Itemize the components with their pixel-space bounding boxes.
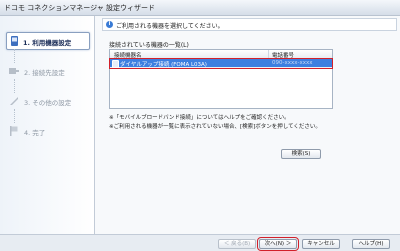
device-phone: 090-xxxx-xxxx [272, 60, 313, 66]
title-bar: ドコモ コネクションマネージャ 設定ウィザード [0, 0, 400, 16]
step-other-settings: 3. その他の設定 [8, 94, 92, 108]
settings-icon [10, 97, 18, 105]
step-connector [14, 109, 17, 123]
device-row[interactable]: ダイヤルアップ接続 (FOMA L03A) 090-xxxx-xxxx [109, 58, 333, 69]
step-complete: 4. 完了 [8, 124, 92, 138]
wizard-step-sidebar: 1. 利用機器設定 2. 接続先設定 3. その他の設定 4. 完了 [0, 16, 95, 234]
help-button[interactable]: ヘルプ(H) [352, 239, 390, 249]
help-note: ※「モバイルブロードバンド接続」についてはヘルプをご確認ください。 [109, 115, 290, 121]
device-list-header: 接続機器名 電話番号 [110, 50, 332, 59]
search-button[interactable]: 検索(S) [281, 149, 321, 159]
step-connector [14, 79, 17, 93]
modem-icon [112, 60, 119, 68]
search-note: ※ご利用される機器が一覧に表示されていない場合、[検索]ボタンを押してください。 [109, 124, 321, 130]
step-label: 3. その他の設定 [24, 99, 72, 107]
window-title: ドコモ コネクションマネージャ 設定ウィザード [4, 4, 155, 12]
next-button[interactable]: 次へ(N) ＞ [257, 237, 299, 251]
device-icon [11, 36, 18, 46]
instruction-text: ご利用される機器を選択してください。 [116, 23, 224, 30]
device-list[interactable]: 接続機器名 電話番号 ダイヤルアップ接続 (FOMA L03A) 090-xxx… [109, 49, 333, 109]
step-connector [14, 49, 17, 63]
step-label: 1. 利用機器設定 [23, 39, 72, 47]
network-icon [9, 68, 19, 74]
instruction-banner: i ご利用される機器を選択してください。 [102, 18, 397, 31]
device-name: ダイヤルアップ接続 (FOMA L03A) [120, 62, 207, 68]
info-icon: i [106, 21, 113, 28]
step-label: 2. 接続先設定 [24, 69, 65, 77]
back-button[interactable]: ＜ 戻る(B) [218, 239, 256, 249]
column-divider [268, 50, 269, 58]
step-device-settings: 1. 利用機器設定 [6, 32, 90, 50]
column-header-phone-number[interactable]: 電話番号 [272, 51, 294, 59]
step-label: 4. 完了 [24, 129, 46, 137]
wizard-content: i ご利用される機器を選択してください。 接続されている機器の一覧(L) 接続機… [95, 16, 400, 234]
wizard-footer: ＜ 戻る(B) 次へ(N) ＞ キャンセル ヘルプ(H) [0, 234, 400, 251]
column-header-device-name[interactable]: 接続機器名 [114, 51, 142, 59]
flag-icon [10, 126, 18, 136]
step-connection-settings: 2. 接続先設定 [8, 64, 92, 78]
cancel-button[interactable]: キャンセル [302, 239, 340, 249]
device-list-heading: 接続されている機器の一覧(L) [109, 42, 189, 49]
